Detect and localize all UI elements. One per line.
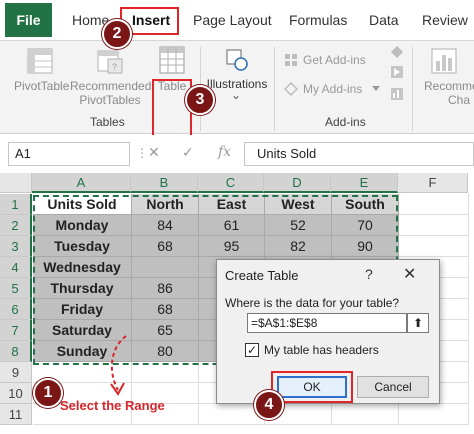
group-label-tables: Tables — [90, 115, 125, 129]
recommended-charts-label-1: Recomme — [424, 79, 474, 93]
dialog-title: Create Table — [225, 268, 299, 283]
ribbon-tab-bar: File Home Insert Page Layout Formulas Da… — [0, 0, 474, 40]
insert-function-icon[interactable]: fx — [218, 144, 231, 160]
formula-input[interactable]: Units Sold — [244, 142, 474, 166]
recommended-charts-icon — [431, 48, 457, 74]
visio-icon — [391, 46, 403, 58]
tab-review[interactable]: Review — [422, 12, 468, 28]
column-header[interactable]: B — [131, 173, 198, 193]
bing-maps-icon — [391, 66, 403, 78]
row-header[interactable]: 4 — [0, 257, 32, 278]
pivottable-icon — [27, 48, 53, 74]
step-marker-2: 2 — [102, 19, 132, 49]
table-button-highlight — [152, 79, 192, 139]
column-header[interactable]: E — [331, 173, 398, 193]
column-header[interactable]: F — [398, 173, 468, 193]
confirm-entry-icon[interactable]: ✓ — [182, 144, 194, 161]
dropdown-arrow-icon — [372, 86, 380, 91]
ok-button[interactable]: OK — [277, 376, 347, 398]
people-graph-icon — [391, 88, 403, 100]
step-marker-1: 1 — [33, 378, 63, 408]
row-header[interactable]: 6 — [0, 299, 32, 320]
empty-cell[interactable] — [132, 362, 199, 383]
table-icon — [159, 46, 185, 74]
empty-cell[interactable] — [399, 236, 469, 257]
row-header[interactable]: 9 — [0, 362, 32, 383]
step-marker-3: 3 — [185, 85, 215, 115]
ribbon-separator — [274, 47, 275, 131]
empty-cell[interactable] — [399, 215, 469, 236]
svg-text:?: ? — [112, 62, 117, 72]
tab-data[interactable]: Data — [369, 12, 399, 28]
collapse-dialog-icon[interactable]: ⬆ — [407, 313, 429, 333]
headers-checkbox[interactable]: ✓ — [245, 343, 259, 357]
get-addins-label: Get Add-ins — [303, 53, 366, 67]
row-header[interactable]: 1 — [0, 194, 32, 215]
column-header[interactable]: C — [198, 173, 264, 193]
cancel-button[interactable]: Cancel — [357, 376, 429, 398]
select-all-corner[interactable] — [0, 173, 32, 193]
tab-formulas[interactable]: Formulas — [289, 12, 347, 28]
range-input[interactable]: =$A$1:$E$8 — [247, 313, 407, 333]
create-table-dialog: Create Table ? ✕ Where is the data for y… — [216, 259, 440, 404]
shapes-icon — [226, 49, 248, 71]
row-header[interactable]: 8 — [0, 341, 32, 362]
formula-bar-divider: ⋮ — [136, 146, 148, 160]
my-addins-icon — [284, 82, 298, 96]
close-icon[interactable]: ✕ — [403, 264, 416, 284]
row-header[interactable]: 3 — [0, 236, 32, 257]
store-icon — [285, 54, 297, 66]
recommended-charts-label-2: Cha — [448, 93, 471, 107]
group-label-addins: Add-ins — [325, 115, 366, 129]
my-addins-label: My Add-ins — [303, 82, 363, 96]
ribbon-insert-panel: PivotTable ? Recommended PivotTables Tab… — [0, 40, 474, 139]
recommended-pivottables-icon: ? — [97, 50, 123, 74]
tab-page-layout[interactable]: Page Layout — [193, 12, 272, 28]
select-range-label: Select the Range — [60, 398, 165, 413]
ribbon-separator — [412, 47, 413, 131]
tab-file[interactable]: File — [5, 3, 52, 37]
empty-cell[interactable] — [399, 194, 469, 215]
formula-bar: A1 ⋮ ✕ ✓ fx Units Sold — [0, 135, 474, 173]
empty-cell[interactable] — [332, 404, 399, 425]
row-header[interactable]: 2 — [0, 215, 32, 236]
recommended-pivottables-label-2: PivotTables — [79, 93, 141, 107]
column-header[interactable]: D — [264, 173, 331, 193]
range-prompt-label: Where is the data for your table? — [225, 296, 400, 310]
empty-cell[interactable] — [399, 404, 469, 425]
column-header[interactable]: A — [32, 173, 131, 193]
pivottable-label: PivotTable — [14, 79, 70, 93]
name-box[interactable]: A1 — [8, 142, 130, 166]
help-icon[interactable]: ? — [365, 266, 373, 282]
row-header[interactable]: 7 — [0, 320, 32, 341]
cancel-entry-icon[interactable]: ✕ — [148, 144, 160, 161]
step-marker-4: 4 — [254, 390, 284, 420]
illustrations-chevron-icon: ⌄ — [230, 88, 242, 102]
row-header[interactable]: 5 — [0, 278, 32, 299]
row-header[interactable]: 11 — [0, 404, 32, 425]
headers-checkbox-label: My table has headers — [264, 343, 379, 357]
recommended-pivottables-label-1: Recommended — [70, 79, 152, 93]
callout-arrow-icon — [110, 335, 127, 396]
row-header[interactable]: 10 — [0, 383, 32, 404]
